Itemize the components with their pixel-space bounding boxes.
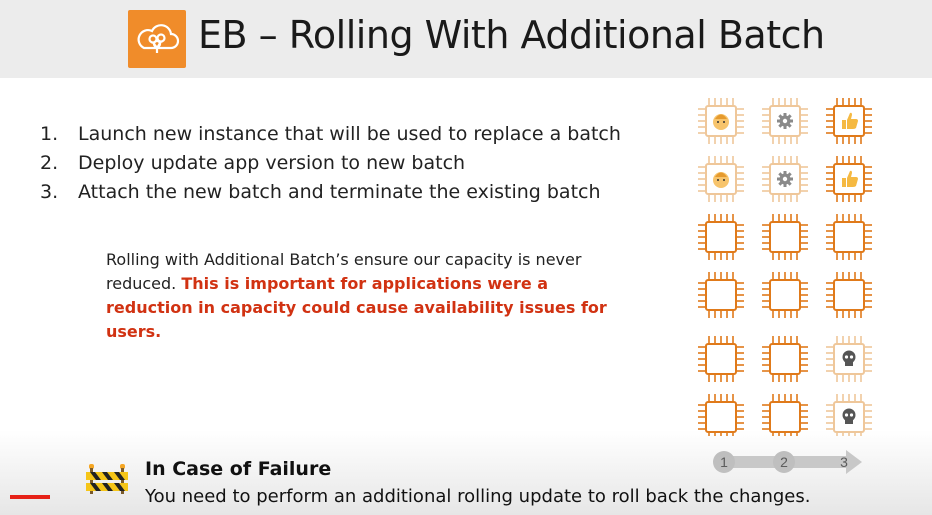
instance-chip — [762, 336, 808, 382]
instance-chip — [762, 214, 808, 260]
instance-grid-diagram — [696, 96, 876, 440]
instance-chip — [826, 272, 872, 318]
failure-title: In Case of Failure — [145, 458, 332, 480]
instance-chip — [826, 336, 872, 382]
list-item: 2. Deploy update app version to new batch — [40, 152, 466, 174]
failure-text: You need to perform an additional rollin… — [145, 486, 811, 507]
instance-chip — [698, 156, 744, 202]
elastic-beanstalk-icon — [128, 10, 186, 68]
list-item: 1. Launch new instance that will be used … — [40, 123, 621, 145]
slide-header: EB – Rolling With Additional Batch — [0, 0, 932, 78]
slide-title: EB – Rolling With Additional Batch — [198, 13, 825, 57]
capacity-note: Rolling with Additional Batch’s ensure o… — [106, 248, 626, 344]
instance-chip — [698, 272, 744, 318]
steps-list: 1. Launch new instance that will be used … — [40, 120, 621, 207]
gear-icon — [777, 171, 793, 187]
instance-chip — [826, 214, 872, 260]
list-item: 3. Attach the new batch and terminate the… — [40, 181, 601, 203]
note-highlight: This is important for applications were … — [106, 274, 607, 341]
instance-chip — [762, 98, 808, 144]
instance-chip — [698, 214, 744, 260]
construction-barrier-icon — [86, 462, 128, 496]
instance-grid-svg — [698, 98, 872, 440]
video-progress-bar[interactable] — [10, 495, 50, 499]
gear-icon — [777, 113, 793, 129]
instance-chip — [826, 156, 872, 202]
instance-chip — [762, 156, 808, 202]
baby-face-icon — [713, 172, 729, 188]
instance-chip — [698, 336, 744, 382]
instance-chip — [698, 98, 744, 144]
instance-chip — [762, 272, 808, 318]
baby-face-icon — [713, 114, 729, 130]
instance-chip — [826, 98, 872, 144]
